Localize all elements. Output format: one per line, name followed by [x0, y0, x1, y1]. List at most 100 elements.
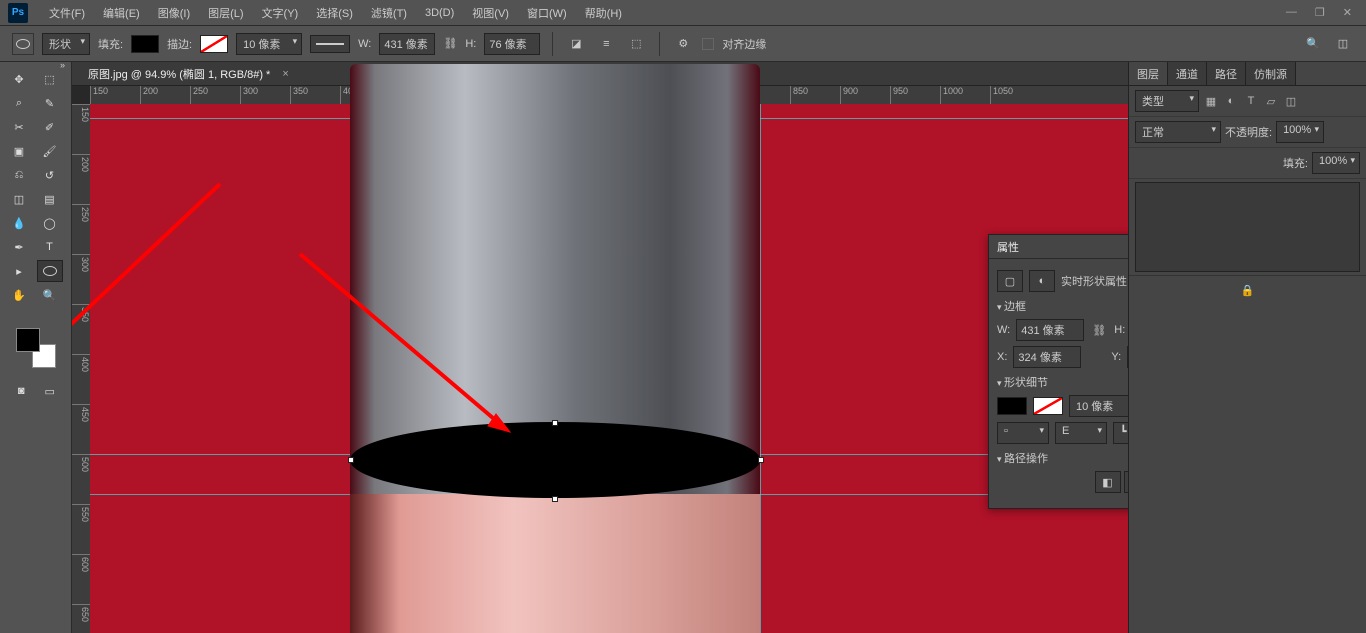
pathop-subtract-icon[interactable]: ◨ — [1124, 471, 1129, 493]
live-shape-icon: ◐ — [1029, 270, 1055, 292]
prop-stroke-swatch[interactable] — [1033, 397, 1063, 415]
opacity-input[interactable]: 100% — [1276, 121, 1324, 143]
fill-swatch[interactable] — [131, 35, 159, 53]
tab-layers[interactable]: 图层 — [1129, 62, 1168, 85]
screen-mode-icon[interactable]: ▭ — [39, 380, 62, 402]
menu-layer[interactable]: 图层(L) — [199, 5, 252, 21]
bbox-section-head[interactable]: 边框 — [997, 298, 1128, 314]
search-icon[interactable]: 🔍 — [1302, 33, 1324, 55]
tab-clone-source[interactable]: 仿制源 — [1246, 62, 1296, 85]
stroke-align-dropdown[interactable]: ▫ — [997, 422, 1049, 444]
pen-tool[interactable]: ✒ — [6, 236, 32, 258]
close-icon[interactable]: ✕ — [1343, 6, 1352, 19]
pathop-combine-icon[interactable]: ◧ — [1095, 471, 1121, 493]
tab-paths[interactable]: 路径 — [1207, 62, 1246, 85]
menu-window[interactable]: 窗口(W) — [518, 5, 576, 21]
hand-tool[interactable]: ✋ — [6, 284, 32, 306]
prop-stroke-width-dropdown[interactable]: 10 像素 — [1069, 395, 1128, 417]
zoom-tool[interactable]: 🔍 — [37, 284, 63, 306]
minimize-icon[interactable]: — — [1286, 6, 1297, 19]
filter-pixel-icon[interactable]: ▦ — [1203, 93, 1219, 109]
canvas[interactable] — [90, 104, 1128, 633]
history-brush-tool[interactable]: ↺ — [37, 164, 63, 186]
menu-edit[interactable]: 编辑(E) — [94, 5, 149, 21]
menu-3d[interactable]: 3D(D) — [416, 7, 463, 19]
shape-mode-dropdown[interactable]: 形状 — [42, 33, 90, 55]
prop-fill-swatch[interactable] — [997, 397, 1027, 415]
link-wh-icon[interactable]: ⛓ — [1090, 324, 1108, 337]
path-select-tool[interactable]: ▸ — [6, 260, 32, 282]
menu-help[interactable]: 帮助(H) — [576, 5, 631, 21]
lasso-tool[interactable]: ⌕ — [6, 92, 32, 114]
filter-adjust-icon[interactable]: ◐ — [1223, 93, 1239, 109]
filter-type-icon[interactable]: T — [1243, 93, 1259, 109]
eyedropper-tool[interactable]: ✐ — [37, 116, 63, 138]
menu-type[interactable]: 文字(Y) — [253, 5, 308, 21]
document-tab[interactable]: 原图.jpg @ 94.9% (椭圆 1, RGB/8#) * — [82, 64, 276, 84]
path-arrangement-icon[interactable]: ⬚ — [625, 33, 647, 55]
menu-filter[interactable]: 滤镜(T) — [362, 5, 416, 21]
layer-kind-filter[interactable]: 类型 — [1135, 90, 1199, 112]
blend-mode-dropdown[interactable]: 正常 — [1135, 121, 1221, 143]
filter-smart-icon[interactable]: ◫ — [1283, 93, 1299, 109]
type-tool[interactable]: T — [37, 236, 63, 258]
properties-tab[interactable]: 属性 — [997, 239, 1019, 255]
clone-stamp-tool[interactable]: ⎌ — [6, 164, 32, 186]
prop-x-input[interactable]: 324 像素 — [1013, 346, 1081, 368]
transform-handle[interactable] — [348, 457, 354, 463]
transform-handle[interactable] — [552, 496, 558, 502]
stroke-swatch[interactable] — [200, 35, 228, 53]
crop-tool[interactable]: ✂ — [6, 116, 32, 138]
move-tool[interactable]: ✥ — [6, 68, 32, 90]
color-swatches[interactable] — [16, 328, 56, 368]
menu-image[interactable]: 图像(I) — [149, 5, 199, 21]
menu-select[interactable]: 选择(S) — [307, 5, 362, 21]
fill-opacity-input[interactable]: 100% — [1312, 152, 1360, 174]
path-operations-icon[interactable]: ◪ — [565, 33, 587, 55]
quick-select-tool[interactable]: ✎ — [37, 92, 63, 114]
menu-view[interactable]: 视图(V) — [463, 5, 518, 21]
transform-handle[interactable] — [758, 457, 764, 463]
prop-w-label: W: — [997, 324, 1010, 336]
ellipse-shape-tool[interactable] — [37, 260, 63, 282]
guide-vertical[interactable] — [760, 104, 761, 633]
detail-section-head[interactable]: 形状细节 — [997, 374, 1128, 390]
height-input[interactable]: 76 像素 — [484, 33, 540, 55]
prop-y-label: Y: — [1111, 351, 1121, 363]
shape-options-icon[interactable] — [672, 33, 694, 55]
transform-handle[interactable] — [552, 420, 558, 426]
collapse-arrow-icon[interactable]: » — [60, 60, 65, 70]
gradient-tool[interactable]: ▤ — [37, 188, 63, 210]
prop-w-input[interactable]: 431 像素 — [1016, 319, 1084, 341]
ruler-tick: 900 — [840, 86, 890, 104]
width-input[interactable]: 431 像素 — [379, 33, 435, 55]
dodge-tool[interactable]: ◯ — [37, 212, 63, 234]
tab-channels[interactable]: 通道 — [1168, 62, 1207, 85]
align-edges-checkbox[interactable] — [702, 38, 714, 50]
stroke-width-dropdown[interactable]: 10 像素 — [236, 33, 302, 55]
blur-tool[interactable]: 💧 — [6, 212, 32, 234]
lock-icon[interactable]: 🔒 — [1241, 284, 1255, 297]
link-wh-icon[interactable]: ⛓ — [443, 37, 457, 50]
pathops-section-head[interactable]: 路径操作 — [997, 450, 1128, 466]
frame-tool[interactable]: ▣ — [6, 140, 32, 162]
maximize-icon[interactable]: ❐ — [1315, 6, 1325, 19]
stroke-label: 描边: — [167, 36, 192, 52]
menu-file[interactable]: 文件(F) — [40, 5, 94, 21]
foreground-color-swatch[interactable] — [16, 328, 40, 352]
path-alignment-icon[interactable]: ≡ — [595, 33, 617, 55]
stroke-style-dropdown[interactable] — [310, 35, 350, 53]
brush-tool[interactable]: 🖌 — [37, 140, 63, 162]
tool-preset-icon[interactable] — [12, 33, 34, 55]
marquee-tool[interactable]: ⬚ — [37, 68, 63, 90]
filter-shape-icon[interactable]: ▱ — [1263, 93, 1279, 109]
layers-list[interactable] — [1135, 182, 1360, 272]
stroke-corners-dropdown[interactable]: ┗ — [1113, 422, 1128, 444]
ruler-tick: 350 — [290, 86, 340, 104]
quick-mask-icon[interactable]: ◙ — [10, 380, 33, 402]
workspace-switcher-icon[interactable]: ◫ — [1332, 33, 1354, 55]
stroke-caps-dropdown[interactable]: E — [1055, 422, 1107, 444]
tab-close-icon[interactable]: × — [282, 68, 288, 80]
eraser-tool[interactable]: ◫ — [6, 188, 32, 210]
prop-y-input[interactable]: 510 像素 — [1127, 346, 1128, 368]
